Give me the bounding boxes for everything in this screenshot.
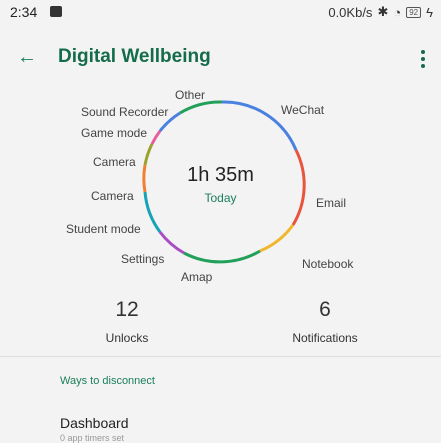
charging-icon: ϟ [426, 4, 433, 20]
ring-segment-settings [158, 231, 185, 255]
notifications-label: Notifications [292, 331, 358, 345]
label-wechat: WeChat [281, 103, 325, 117]
dashboard-item[interactable]: Dashboard 0 app timers set [60, 415, 360, 443]
divider [0, 356, 441, 357]
unlocks-label: Unlocks [105, 331, 149, 345]
ring-segment-game-mode [150, 130, 162, 145]
image-notification-icon [50, 6, 62, 17]
section-title: Ways to disconnect [60, 375, 155, 387]
status-indicators: 0.0Kb/s ✱ ◔ 92 ϟ [328, 4, 433, 20]
battery-icon: 92 [406, 6, 422, 18]
unlocks-count: 12 [115, 298, 139, 321]
ring-segment-email [291, 149, 306, 226]
network-speed: 0.0Kb/s [328, 4, 373, 20]
status-bar: 2:34 0.0Kb/s ✱ ◔ 92 ϟ [0, 0, 441, 24]
total-screen-time: 1h 35m [187, 164, 254, 186]
dashboard-title: Dashboard [60, 415, 129, 431]
status-time: 2:34 [10, 4, 38, 20]
label-amap: Amap [181, 270, 213, 284]
unlocks-stat[interactable]: 12 Unlocks [52, 298, 202, 345]
back-arrow-icon[interactable]: ← [12, 42, 42, 72]
ring-segment-notebook [259, 224, 295, 253]
wifi-icon: ◔ [393, 4, 402, 20]
label-sound-recorder: Sound Recorder [81, 105, 169, 119]
label-notebook: Notebook [302, 257, 354, 271]
time-period: Today [204, 191, 237, 205]
ring-segment-amap [183, 249, 261, 264]
dashboard-subtitle: 0 app timers set [60, 433, 125, 443]
label-other: Other [175, 88, 206, 102]
more-options-icon[interactable] [411, 44, 435, 72]
notifications-count: 6 [319, 298, 331, 321]
usage-wheel[interactable]: Other WeChat Sound Recorder Game mode Ca… [0, 80, 441, 290]
label-settings: Settings [121, 252, 165, 266]
page-title: Digital Wellbeing [58, 46, 211, 67]
label-game-mode: Game mode [81, 126, 148, 140]
label-student-mode: Student mode [66, 222, 141, 236]
app-bar: ← Digital Wellbeing [0, 38, 441, 78]
ring-segment-other [179, 100, 223, 115]
notifications-stat[interactable]: 6 Notifications [250, 298, 400, 345]
ring-segment-camera-1 [143, 143, 154, 166]
bluetooth-icon: ✱ [377, 4, 389, 19]
